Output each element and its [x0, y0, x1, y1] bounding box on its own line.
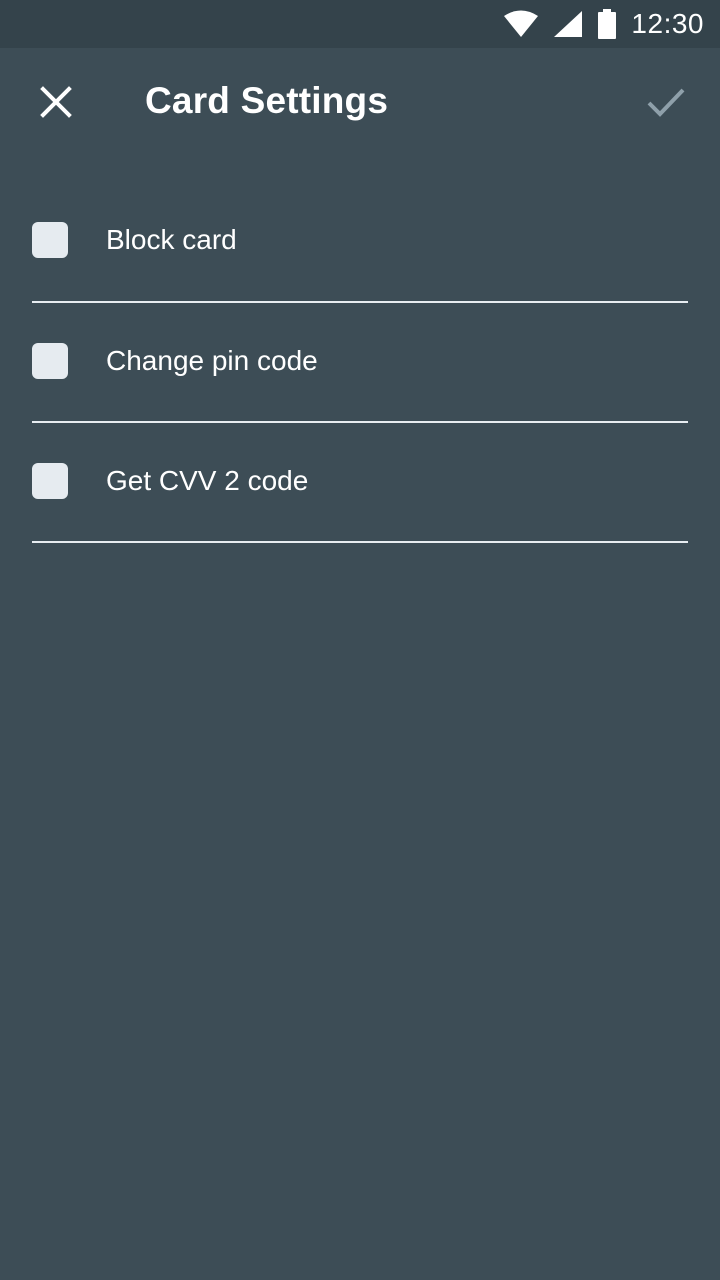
check-icon — [647, 87, 685, 122]
page-title: Card Settings — [145, 80, 389, 121]
option-label: Get CVV 2 code — [106, 465, 309, 496]
option-block-card[interactable]: Block card — [32, 182, 688, 303]
close-icon — [40, 85, 72, 123]
wifi-icon — [503, 10, 539, 38]
confirm-button[interactable] — [630, 68, 702, 140]
option-change-pin-code[interactable]: Change pin code — [32, 303, 688, 423]
card-settings-list: Block card Change pin code Get CVV 2 cod… — [32, 182, 688, 543]
get-cvv2-code-checkbox[interactable] — [32, 463, 68, 499]
close-button[interactable] — [20, 68, 92, 140]
battery-icon — [597, 9, 617, 39]
app-bar: Card Settings — [0, 48, 720, 160]
option-label: Block card — [106, 224, 237, 255]
option-get-cvv2-code[interactable]: Get CVV 2 code — [32, 423, 688, 543]
status-time: 12:30 — [631, 8, 704, 39]
block-card-checkbox[interactable] — [32, 222, 68, 258]
status-bar: 12:30 — [0, 0, 720, 48]
cellular-signal-icon — [553, 10, 583, 38]
change-pin-code-checkbox[interactable] — [32, 343, 68, 379]
option-label: Change pin code — [106, 345, 318, 376]
